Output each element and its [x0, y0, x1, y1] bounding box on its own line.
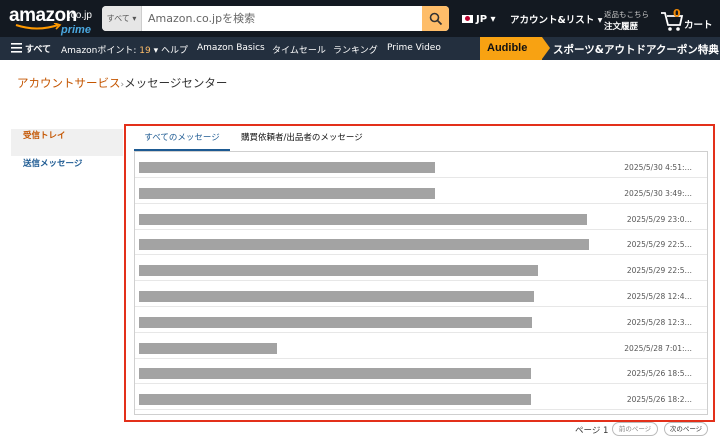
audible-promo-banner[interactable]: Audible スポーツ&アウトドアクーポン特典	[480, 37, 720, 60]
promo-text: スポーツ&アウトドアクーポン特典	[553, 44, 719, 56]
message-folder-nav: 受信トレイ 送信メッセージ	[11, 129, 123, 184]
redacted-subject	[139, 368, 531, 380]
redacted-subject	[139, 394, 531, 406]
account-lists-menu[interactable]: アカウント&リスト ▾	[510, 12, 602, 26]
language-label: JP ▾	[476, 14, 496, 25]
message-row[interactable]: 2025/5/29 22:5…	[135, 229, 707, 256]
message-row[interactable]: 2025/5/30 3:49:…	[135, 178, 707, 204]
message-tabs: すべてのメッセージ 購買依頼者/出品者のメッセージ	[134, 128, 708, 151]
amazon-points-link[interactable]: Amazonポイント: 19 ▾	[61, 43, 158, 56]
message-row[interactable]: 2025/5/28 12:4…	[135, 281, 707, 307]
tab-buyer-seller-messages[interactable]: 購買依頼者/出品者のメッセージ	[241, 128, 363, 151]
search-bar: すべて ▾	[102, 6, 449, 31]
cart-link[interactable]: 0 カート	[660, 7, 716, 32]
banner-arrow	[542, 37, 550, 59]
smile-icon	[15, 23, 62, 30]
language-selector[interactable]: JP ▾	[462, 14, 496, 25]
breadcrumb-account-service[interactable]: アカウントサービス	[17, 76, 121, 90]
cart-count: 0	[673, 7, 681, 20]
redacted-subject	[139, 239, 589, 251]
ranking-link[interactable]: ランキング	[333, 43, 378, 56]
redacted-subject	[139, 213, 587, 225]
message-date: 2025/5/29 23:0…	[626, 214, 692, 224]
redacted-subject	[139, 187, 435, 199]
message-row[interactable]: 2025/5/26 18:5…	[135, 358, 707, 385]
points-value: 19	[139, 46, 151, 56]
message-date: 2025/5/30 4:51:…	[624, 163, 692, 172]
prime-video-link[interactable]: Prime Video	[387, 43, 441, 53]
orders-link[interactable]: 返品もこちら 注文履歴	[604, 9, 649, 32]
message-row[interactable]: 2025/5/29 23:0…	[135, 204, 707, 230]
redacted-subject	[139, 291, 534, 302]
japan-flag-icon	[462, 15, 473, 23]
message-row[interactable]: 2025/5/29 22:5…	[135, 255, 707, 282]
breadcrumb: アカウントサービス›メッセージセンター	[17, 75, 227, 91]
message-row[interactable]: 2025/5/28 12:3…	[135, 307, 707, 333]
orders-title: 注文履歴	[604, 22, 639, 32]
all-menu-label: すべて	[25, 45, 52, 55]
redacted-subject	[139, 162, 435, 173]
message-date: 2025/5/30 3:49:…	[624, 188, 692, 198]
search-icon	[429, 12, 442, 25]
points-label: Amazonポイント:	[61, 46, 140, 56]
message-date: 2025/5/28 12:4…	[626, 292, 692, 301]
redacted-subject	[139, 342, 277, 354]
search-input[interactable]	[143, 6, 423, 31]
message-date: 2025/5/28 12:3…	[626, 317, 692, 327]
message-row[interactable]: 2025/5/28 7:01:…	[135, 333, 707, 359]
message-list: 2025/5/30 4:51:… 2025/5/30 3:49:… 2025/5/2…	[134, 151, 708, 415]
message-date: 2025/5/29 22:5…	[626, 266, 692, 276]
next-page-button[interactable]: 次のページ	[664, 422, 708, 436]
search-category-select[interactable]: すべて ▾	[102, 6, 142, 31]
message-date: 2025/5/29 22:5…	[626, 240, 692, 250]
logo-tld: .co.jp	[68, 10, 92, 21]
sent-messages-link[interactable]: 送信メッセージ	[11, 157, 123, 184]
help-link[interactable]: ヘルプ	[161, 43, 188, 56]
message-row[interactable]: 2025/5/26 18:2…	[135, 384, 707, 411]
orders-subtitle: 返品もこちら	[604, 10, 649, 19]
audible-logo: Audible	[480, 37, 542, 60]
page-indicator: ページ 1	[575, 426, 609, 436]
redacted-subject	[139, 265, 538, 277]
logo-prime: prime	[61, 24, 91, 36]
hamburger-icon	[11, 43, 22, 53]
message-row[interactable]: 2025/5/30 4:51:…	[135, 152, 707, 178]
amazon-basics-link[interactable]: Amazon Basics	[197, 43, 265, 53]
all-menu-button[interactable]: すべて	[11, 42, 51, 55]
redacted-subject	[139, 316, 532, 328]
message-date: 2025/5/26 18:5…	[626, 369, 692, 379]
inbox-link[interactable]: 受信トレイ	[11, 129, 123, 156]
timesale-link[interactable]: タイムセール	[272, 43, 326, 56]
tab-all-messages[interactable]: すべてのメッセージ	[134, 128, 230, 151]
page-title: メッセージセンター	[124, 76, 228, 90]
points-dropdown-icon: ▾	[153, 46, 159, 56]
prev-page-button[interactable]: 前のページ	[612, 422, 658, 436]
top-nav: amazon .co.jp prime すべて ▾ JP ▾ アカウント&リスト…	[0, 0, 720, 37]
amazon-logo[interactable]: amazon .co.jp prime	[9, 5, 95, 36]
cart-label: カート	[684, 20, 713, 31]
search-button[interactable]	[422, 6, 449, 31]
message-date: 2025/5/26 18:2…	[626, 395, 692, 405]
message-date: 2025/5/28 7:01:…	[624, 343, 692, 353]
